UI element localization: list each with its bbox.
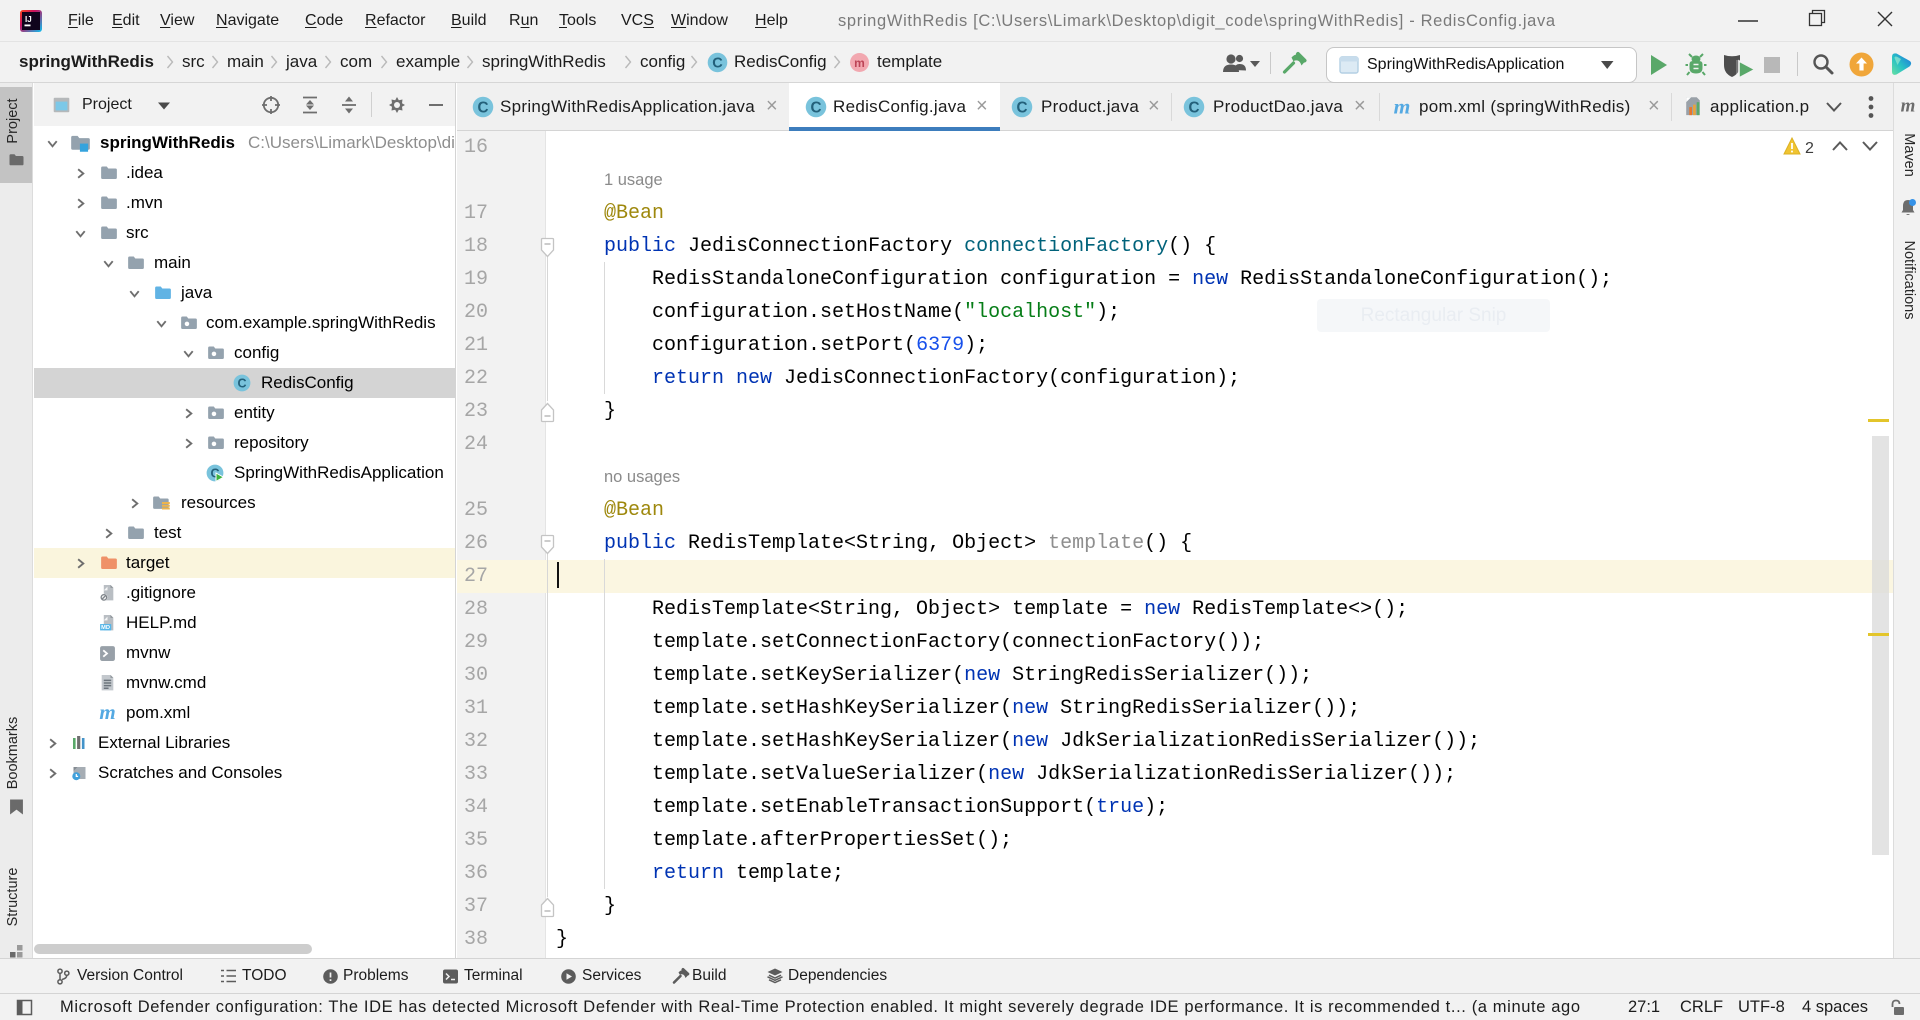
svg-text:IJ: IJ [25, 15, 32, 24]
svg-text:MD: MD [101, 625, 110, 631]
svg-text:2: 2 [1805, 140, 1814, 157]
svg-text:m: m [99, 703, 115, 723]
svg-text:m: m [1394, 95, 1411, 118]
svg-text:m: m [1901, 95, 1916, 115]
svg-text:m: m [854, 56, 865, 70]
